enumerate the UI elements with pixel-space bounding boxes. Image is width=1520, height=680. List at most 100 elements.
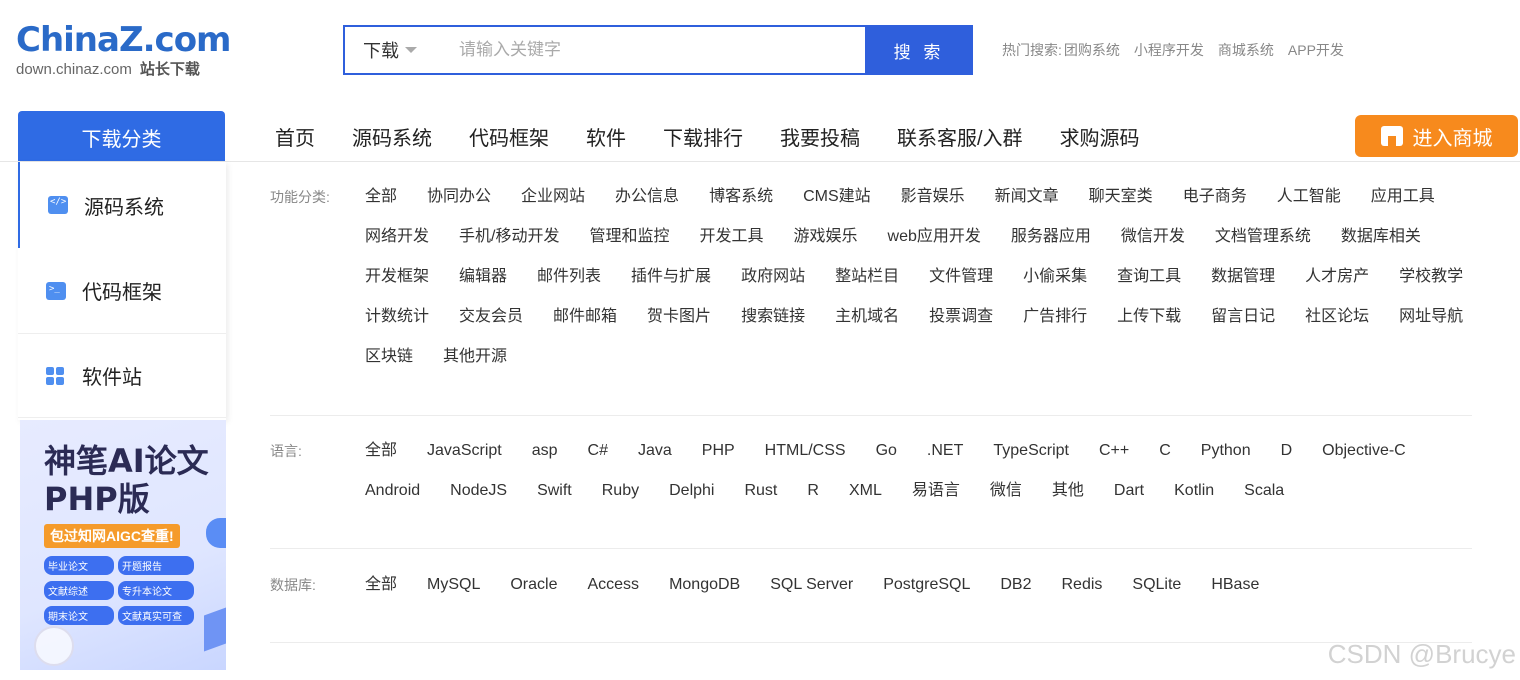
filter-option[interactable]: 搜索链接 [741, 297, 805, 337]
filter-option[interactable]: Android [365, 471, 420, 511]
search-input[interactable] [441, 27, 865, 73]
filter-option[interactable]: 广告排行 [1023, 297, 1087, 337]
filter-option[interactable]: NodeJS [450, 471, 507, 511]
filter-option[interactable]: 投票调查 [929, 297, 993, 337]
filter-option[interactable]: 文档管理系统 [1215, 217, 1311, 257]
filter-option[interactable]: asp [532, 431, 558, 471]
filter-option[interactable]: 数据管理 [1211, 257, 1275, 297]
filter-option[interactable]: Objective-C [1322, 431, 1406, 471]
filter-option[interactable]: 贺卡图片 [647, 297, 711, 337]
filter-option[interactable]: 微信 [990, 471, 1022, 511]
nav-item-submit[interactable]: 我要投稿 [780, 122, 860, 151]
hot-search-link[interactable]: 商城系统 [1218, 40, 1274, 60]
nav-item-software[interactable]: 软件 [586, 122, 626, 151]
filter-option[interactable]: 影音娱乐 [901, 177, 965, 217]
filter-option[interactable]: 企业网站 [521, 177, 585, 217]
filter-option[interactable]: 编辑器 [459, 257, 507, 297]
filter-option[interactable]: 易语言 [912, 471, 960, 511]
filter-option[interactable]: 全部 [365, 431, 397, 471]
filter-option[interactable]: PHP [702, 431, 735, 471]
filter-option[interactable]: HTML/CSS [765, 431, 846, 471]
filter-option[interactable]: Go [876, 431, 897, 471]
filter-option[interactable]: SQL Server [770, 565, 853, 605]
filter-option[interactable]: 人才房产 [1305, 257, 1369, 297]
filter-option[interactable]: DB2 [1000, 565, 1031, 605]
filter-option[interactable]: 邮件邮箱 [553, 297, 617, 337]
filter-option[interactable]: CMS建站 [803, 177, 871, 217]
sidebar-item-source-code[interactable]: 源码系统 [18, 162, 226, 248]
nav-item-code-framework[interactable]: 代码框架 [469, 122, 549, 151]
nav-item-home[interactable]: 首页 [275, 122, 315, 151]
filter-option[interactable]: 整站栏目 [835, 257, 899, 297]
nav-item-ranking[interactable]: 下载排行 [663, 122, 743, 151]
filter-option[interactable]: 其他开源 [443, 337, 507, 377]
filter-option[interactable]: 博客系统 [709, 177, 773, 217]
hot-search-link[interactable]: 小程序开发 [1134, 40, 1204, 60]
filter-option[interactable]: Rust [744, 471, 777, 511]
hot-search-link[interactable]: APP开发 [1288, 40, 1344, 60]
enter-mall-button[interactable]: 进入商城 [1355, 115, 1518, 157]
filter-option[interactable]: 人工智能 [1277, 177, 1341, 217]
filter-option[interactable]: 交友会员 [459, 297, 523, 337]
filter-option[interactable]: 全部 [365, 177, 397, 217]
filter-option[interactable]: Swift [537, 471, 572, 511]
filter-option[interactable]: 其他 [1052, 471, 1084, 511]
filter-option[interactable]: 服务器应用 [1011, 217, 1091, 257]
filter-option[interactable]: JavaScript [427, 431, 502, 471]
filter-option[interactable]: Scala [1244, 471, 1284, 511]
filter-option[interactable]: 开发工具 [699, 217, 763, 257]
filter-option[interactable]: C# [588, 431, 608, 471]
hot-search-link[interactable]: 团购系统 [1064, 40, 1120, 60]
filter-option[interactable]: Kotlin [1174, 471, 1214, 511]
filter-option[interactable]: 手机/移动开发 [459, 217, 559, 257]
filter-option[interactable]: Ruby [602, 471, 639, 511]
filter-option[interactable]: D [1281, 431, 1293, 471]
filter-option[interactable]: 网址导航 [1399, 297, 1463, 337]
filter-option[interactable]: web应用开发 [888, 217, 981, 257]
filter-option[interactable]: 主机域名 [835, 297, 899, 337]
filter-option[interactable]: HBase [1211, 565, 1259, 605]
filter-option[interactable]: Redis [1062, 565, 1103, 605]
filter-option[interactable]: 学校教学 [1399, 257, 1463, 297]
filter-option[interactable]: 微信开发 [1121, 217, 1185, 257]
filter-option[interactable]: R [807, 471, 819, 511]
filter-option[interactable]: C++ [1099, 431, 1129, 471]
filter-option[interactable]: 文件管理 [929, 257, 993, 297]
filter-option[interactable]: 聊天室类 [1089, 177, 1153, 217]
filter-option[interactable]: MongoDB [669, 565, 740, 605]
filter-option[interactable]: .NET [927, 431, 963, 471]
search-button[interactable]: 搜 索 [865, 25, 973, 75]
filter-option[interactable]: 区块链 [365, 337, 413, 377]
filter-option[interactable]: 办公信息 [615, 177, 679, 217]
filter-option[interactable]: Access [587, 565, 639, 605]
filter-option[interactable]: C [1159, 431, 1171, 471]
filter-option[interactable]: 全部 [365, 565, 397, 605]
nav-item-request-code[interactable]: 求购源码 [1060, 122, 1140, 151]
filter-option[interactable]: 社区论坛 [1305, 297, 1369, 337]
nav-item-source-code[interactable]: 源码系统 [352, 122, 432, 151]
filter-option[interactable]: Java [638, 431, 672, 471]
filter-option[interactable]: 网络开发 [365, 217, 429, 257]
filter-option[interactable]: 电子商务 [1183, 177, 1247, 217]
sidebar-item-code-framework[interactable]: 代码框架 [18, 248, 226, 334]
filter-option[interactable]: Delphi [669, 471, 714, 511]
filter-option[interactable]: 应用工具 [1371, 177, 1435, 217]
filter-option[interactable]: Dart [1114, 471, 1144, 511]
filter-option[interactable]: PostgreSQL [883, 565, 970, 605]
filter-option[interactable]: 留言日记 [1211, 297, 1275, 337]
filter-option[interactable]: 邮件列表 [537, 257, 601, 297]
filter-option[interactable]: SQLite [1132, 565, 1181, 605]
filter-option[interactable]: 开发框架 [365, 257, 429, 297]
search-type-select[interactable]: 下载 [345, 27, 441, 73]
filter-option[interactable]: 游戏娱乐 [794, 217, 858, 257]
filter-option[interactable]: 政府网站 [741, 257, 805, 297]
nav-item-contact[interactable]: 联系客服/入群 [897, 122, 1023, 151]
ad-banner[interactable]: 神笔AI论文 PHP版 包过知网AIGC查重! 毕业论文 开题报告 文献综述 专升… [20, 420, 226, 670]
filter-option[interactable]: 计数统计 [365, 297, 429, 337]
filter-option[interactable]: MySQL [427, 565, 480, 605]
filter-option[interactable]: 查询工具 [1117, 257, 1181, 297]
filter-option[interactable]: 小偷采集 [1023, 257, 1087, 297]
site-logo[interactable]: ChinaZ.com down.chinaz.com 站长下载 [16, 20, 256, 82]
filter-option[interactable]: 上传下载 [1117, 297, 1181, 337]
filter-option[interactable]: 插件与扩展 [631, 257, 711, 297]
